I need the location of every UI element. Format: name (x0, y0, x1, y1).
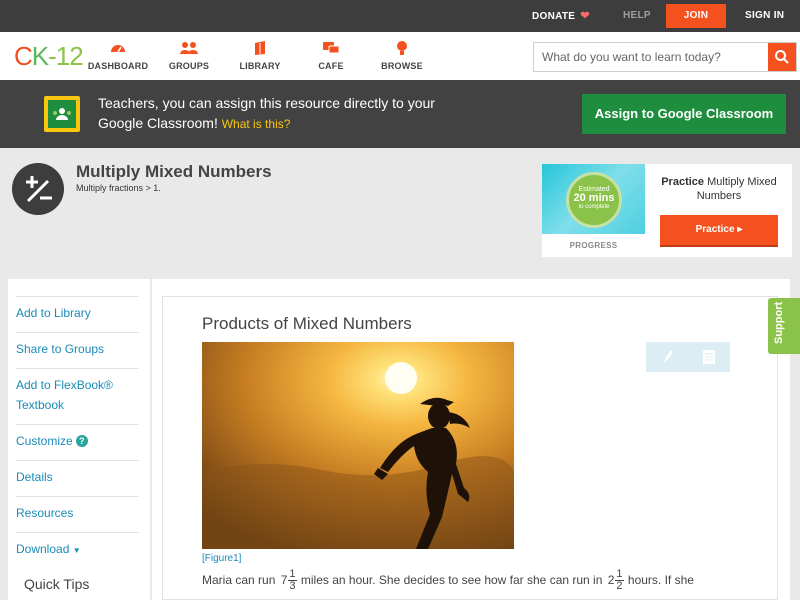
practice-title-bold: Practice (661, 176, 705, 188)
support-tab[interactable]: Support (768, 298, 800, 354)
download-label: Download (16, 542, 70, 556)
practice-thumbnail[interactable]: Estimated 20 mins to complete (542, 164, 645, 234)
donate-link[interactable]: DONATE ❤ (532, 0, 590, 32)
to-complete-label: to complete (578, 204, 610, 210)
nav-browse[interactable]: BROWSE (362, 40, 442, 71)
sidebar-item-download[interactable]: Download ▼ (16, 532, 139, 568)
sidebar-item-add-to-flexbook[interactable]: Add to FlexBook® Textbook (16, 368, 139, 424)
what-is-this-link[interactable]: What is this? (222, 117, 291, 131)
note-icon (703, 350, 715, 364)
donate-label: DONATE (532, 11, 576, 22)
progress-label: PROGRESS (569, 241, 618, 250)
assign-google-classroom-button[interactable]: Assign to Google Classroom (582, 94, 786, 134)
chevron-right-icon: ▸ (737, 224, 743, 235)
sidebar-item-details[interactable]: Details (16, 460, 139, 496)
nav-browse-label: BROWSE (381, 61, 423, 71)
practice-button-label: Practice (695, 224, 735, 235)
annotation-tools (646, 342, 730, 372)
nav-bar: CK-12 DASHBOARD GROUPS LIBRARY CAFE BROW… (0, 32, 800, 80)
sidebar-item-share-to-groups[interactable]: Share to Groups (16, 332, 139, 368)
fraction-2-denominator: 2 (616, 580, 623, 593)
nav-library-label: LIBRARY (239, 61, 281, 71)
logo-c: C (14, 41, 33, 71)
support-label: Support (773, 301, 785, 344)
library-icon (255, 41, 265, 55)
nav-groups[interactable]: GROUPS (149, 40, 229, 71)
concept-title: Multiply Mixed Numbers (76, 162, 272, 181)
para-part-3: hours. If she (627, 573, 694, 587)
quick-tips-heading: Quick Tips (24, 576, 90, 592)
notes-tool-button[interactable] (688, 342, 730, 372)
top-bar: DONATE ❤ HELP JOIN SIGN IN (0, 0, 800, 32)
mixed-number-2-whole: 2 (607, 573, 615, 587)
sidebar-item-resources[interactable]: Resources (16, 496, 139, 532)
practice-button[interactable]: Practice ▸ (660, 215, 778, 245)
runner-figure-image (202, 342, 514, 549)
dashboard-icon (111, 45, 125, 53)
nav-cafe-label: CAFE (318, 61, 344, 71)
nav-library[interactable]: LIBRARY (220, 40, 300, 71)
practice-card: Estimated 20 mins to complete PROGRESS P… (542, 164, 792, 257)
nav-groups-label: GROUPS (168, 61, 210, 71)
help-question-icon[interactable]: ? (75, 435, 88, 447)
search-icon (775, 50, 789, 64)
groups-icon (180, 42, 198, 54)
heart-icon: ❤ (580, 10, 590, 22)
sidebar: Add to Library Share to Groups Add to Fl… (8, 279, 150, 600)
nav-cafe[interactable]: CAFE (291, 40, 371, 71)
help-link[interactable]: HELP (623, 0, 651, 32)
multiply-concept-icon (12, 163, 64, 215)
sidebar-item-add-to-library[interactable]: Add to Library (16, 296, 139, 332)
section-title: Products of Mixed Numbers (202, 314, 412, 333)
caret-down-icon: ▼ (72, 546, 81, 555)
estimated-mins: 20 mins (573, 192, 615, 204)
practice-title: Practice Multiply Mixed Numbers (650, 175, 788, 203)
sidebar-item-customize[interactable]: Customize? (16, 424, 139, 460)
figure-caption[interactable]: [Figure1] (202, 553, 241, 564)
logo-k: K (31, 41, 49, 71)
browse-icon (397, 41, 407, 55)
para-part-2: miles an hour. She decides to see how fa… (300, 573, 603, 587)
search-button[interactable] (768, 43, 796, 71)
problem-paragraph: Maria can run 713 miles an hour. She dec… (202, 568, 762, 592)
nav-dashboard[interactable]: DASHBOARD (78, 40, 158, 71)
join-button[interactable]: JOIN (666, 4, 726, 28)
pencil-icon (664, 350, 673, 363)
estimated-time-badge: Estimated 20 mins to complete (566, 172, 622, 228)
ck12-logo[interactable]: CK-12 (14, 41, 84, 72)
sign-in-link[interactable]: SIGN IN (745, 0, 784, 32)
nav-dashboard-label: DASHBOARD (87, 61, 149, 71)
para-part-1: Maria can run (202, 573, 276, 587)
google-classroom-banner: Teachers, you can assign this resource d… (0, 80, 800, 148)
concept-subtitle: Multiply fractions > 1. (76, 183, 161, 193)
highlight-tool-button[interactable] (646, 342, 688, 372)
customize-label: Customize (16, 434, 73, 448)
mixed-number-2-fraction: 12 (615, 569, 624, 593)
search-box (533, 42, 797, 72)
banner-message: Teachers, you can assign this resource d… (98, 93, 458, 134)
mixed-number-1-fraction: 13 (288, 569, 297, 593)
search-input[interactable] (534, 43, 768, 71)
cafe-icon (323, 42, 340, 54)
google-classroom-icon (44, 96, 80, 132)
fraction-1-denominator: 3 (289, 580, 296, 593)
mixed-number-1-whole: 7 (280, 573, 288, 587)
practice-title-rest: Multiply Mixed Numbers (696, 176, 777, 202)
